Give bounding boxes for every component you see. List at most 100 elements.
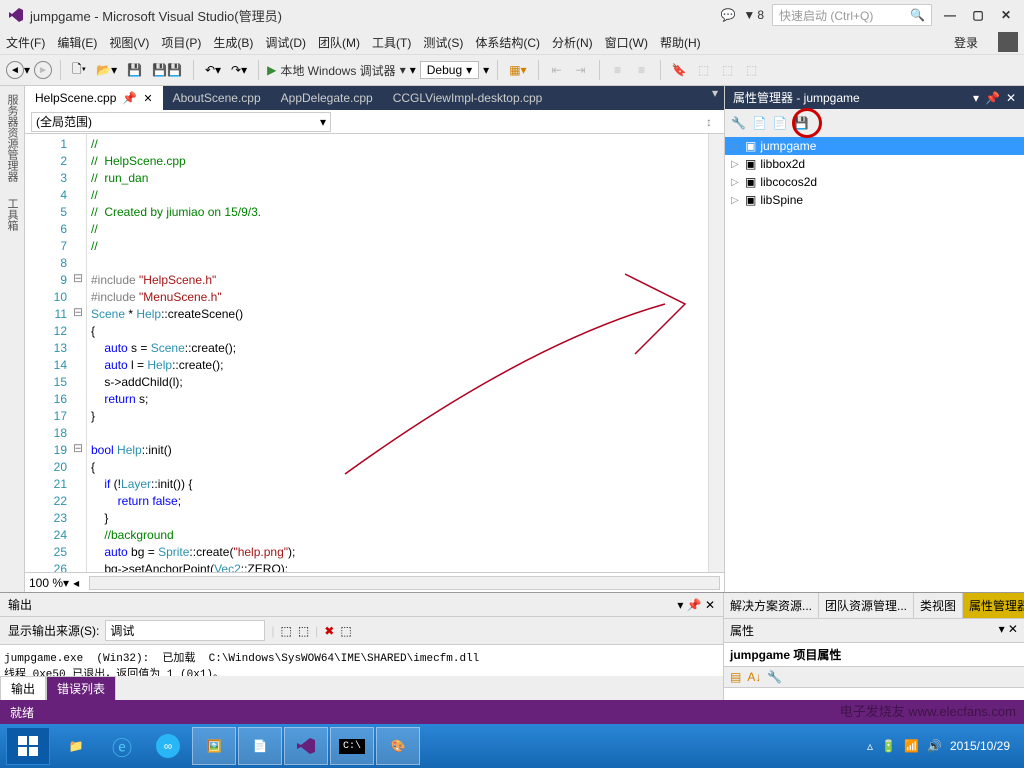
tray-battery-icon[interactable]: 🔋 [881,739,896,753]
sign-in-link[interactable]: 登录 [954,34,978,51]
menu-project[interactable]: 项目(P) [161,34,201,51]
output-source-dropdown[interactable]: 调试 [105,620,265,641]
taskbar-paint-icon[interactable]: 🎨 [376,727,420,765]
tb-btn4[interactable]: ⬚ [742,59,762,81]
wrench-icon[interactable]: 🔧 [767,670,782,684]
tab-helpscene[interactable]: HelpScene.cpp📌✕ [25,86,163,110]
menu-arch[interactable]: 体系结构(C) [475,34,540,51]
menu-test[interactable]: 测试(S) [423,34,463,51]
errorlist-tab[interactable]: 错误列表 [46,676,116,700]
property-manager-tree[interactable]: ▷▣jumpgame ▷▣libbox2d ▷▣libcocos2d ▷▣lib… [725,137,1024,592]
nav-forward-button[interactable]: ► [34,61,52,79]
tree-item-jumpgame[interactable]: ▷▣jumpgame [725,137,1024,155]
solution-explorer-tab[interactable]: 解决方案资源... [724,593,819,618]
tree-item-libspine[interactable]: ▷▣libSpine [725,191,1024,209]
close-button[interactable]: ✕ [996,5,1016,25]
pin-icon[interactable]: 📌 [985,91,1000,105]
tb-btn1[interactable]: ▦▾ [506,59,529,81]
notification-flag[interactable]: ▼8 [743,8,764,22]
menu-team[interactable]: 团队(M) [318,34,360,51]
taskbar-app-icon[interactable]: ∞ [146,727,190,765]
pin-icon[interactable]: 📌 [122,91,137,105]
taskbar-explorer-icon[interactable]: 📁 [54,727,98,765]
redo-button[interactable]: ↷▾ [228,59,250,81]
taskbar-image-icon[interactable]: 🖼️ [192,727,236,765]
maximize-button[interactable]: ▢ [968,5,988,25]
zoom-dropdown[interactable]: 100 % [29,576,63,590]
menu-build[interactable]: 生成(B) [213,34,253,51]
add-existing-sheet-icon[interactable]: 📄 [773,116,788,130]
taskbar-cmd-icon[interactable]: C:\ [330,727,374,765]
tray-volume-icon[interactable]: 🔊 [927,739,942,753]
user-icon[interactable] [998,32,1018,52]
quick-launch-input[interactable]: 快速启动 (Ctrl+Q)🔍 [772,4,932,26]
menu-window[interactable]: 窗口(W) [605,34,648,51]
output-text[interactable]: jumpgame.exe (Win32): 已加载 C:\Windows\Sys… [0,645,723,676]
property-manager-tab[interactable]: 属性管理器 [963,593,1024,618]
output-tab[interactable]: 输出 [0,676,46,700]
vertical-scrollbar[interactable] [708,134,724,572]
toggle-wrap-button[interactable]: ⬚ [340,624,351,638]
categorized-icon[interactable]: ▤ [730,670,741,684]
out-btn2[interactable]: ⬚ [298,624,309,638]
tb-btn2[interactable]: ⬚ [694,59,714,81]
tray-network-icon[interactable]: 📶 [904,739,919,753]
team-explorer-tab[interactable]: 团队资源管理... [819,593,914,618]
menu-edit[interactable]: 编辑(E) [57,34,97,51]
clear-output-button[interactable]: ✖ [324,624,334,638]
panel-dropdown-icon[interactable]: ▾ 📌 ✕ [677,598,715,612]
config-dropdown[interactable]: Debug▾ [420,61,479,79]
panel-dropdown-icon[interactable]: ▾ [973,91,979,105]
open-file-button[interactable]: 📂▾ [93,59,120,81]
menu-analyze[interactable]: 分析(N) [552,34,593,51]
save-icon[interactable]: 💾 [794,116,809,130]
alphabetical-icon[interactable]: A↓ [747,670,761,684]
nav-back-button[interactable]: ◄▾ [6,61,30,79]
project-icon: ▣ [745,157,756,171]
start-button[interactable] [6,727,50,765]
undo-button[interactable]: ↶▾ [202,59,224,81]
indent-right-button[interactable]: ⇥ [571,59,591,81]
tray-up-icon[interactable]: ▵ [867,739,873,753]
close-icon[interactable]: ✕ [143,92,152,105]
tab-appdelegate[interactable]: AppDelegate.cpp [271,86,383,110]
tree-item-libbox2d[interactable]: ▷▣libbox2d [725,155,1024,173]
split-horizontal-button[interactable]: ↕ [700,115,718,129]
menu-tools[interactable]: 工具(T) [372,34,411,51]
comment-button[interactable]: ≡ [608,59,628,81]
menu-file[interactable]: 文件(F) [6,34,45,51]
scope-dropdown[interactable]: (全局范围)▾ [31,112,331,132]
taskbar-ie-icon[interactable]: ⓔ [100,727,144,765]
save-button[interactable]: 💾 [124,59,145,81]
horizontal-scrollbar[interactable] [89,576,720,590]
system-tray[interactable]: ▵ 🔋 📶 🔊 2015/10/29 [867,739,1018,753]
indent-left-button[interactable]: ⇤ [547,59,567,81]
taskbar-vs-icon[interactable] [284,727,328,765]
tab-ccglview[interactable]: CCGLViewImpl-desktop.cpp [383,86,553,110]
menu-help[interactable]: 帮助(H) [660,34,701,51]
tree-item-libcocos2d[interactable]: ▷▣libcocos2d [725,173,1024,191]
menu-view[interactable]: 视图(V) [109,34,149,51]
panel-close-icon[interactable]: ✕ [1006,91,1016,105]
menu-debug[interactable]: 调试(D) [265,34,306,51]
class-view-tab[interactable]: 类视图 [914,593,963,618]
taskbar-notepad-icon[interactable]: 📄 [238,727,282,765]
tab-overflow-button[interactable]: ▾ [706,86,724,110]
new-project-button[interactable]: 🗋▾ [69,59,89,81]
tb-btn3[interactable]: ⬚ [718,59,738,81]
tab-aboutscene[interactable]: AboutScene.cpp [163,86,271,110]
code-editor[interactable]: 1234567891011121314151617181920212223242… [25,134,724,572]
bookmark-button[interactable]: 🔖 [669,59,690,81]
feedback-icon[interactable]: 💬 [720,8,735,22]
save-all-button[interactable]: 💾💾 [149,59,185,81]
add-sheet-icon[interactable]: 📄 [752,116,767,130]
minimize-button[interactable]: — [940,5,960,25]
toolbox-tab[interactable]: 工具箱 [0,190,24,239]
document-tabstrip: HelpScene.cpp📌✕ AboutScene.cpp AppDelega… [25,86,724,110]
wrench-icon[interactable]: 🔧 [731,116,746,130]
start-debug-button[interactable]: ▶ 本地 Windows 调试器▾ [267,62,406,79]
uncomment-button[interactable]: ≡ [632,59,652,81]
out-btn1[interactable]: ⬚ [280,624,291,638]
server-explorer-tab[interactable]: 服务器资源管理器 [0,86,24,190]
tray-date[interactable]: 2015/10/29 [950,739,1010,753]
